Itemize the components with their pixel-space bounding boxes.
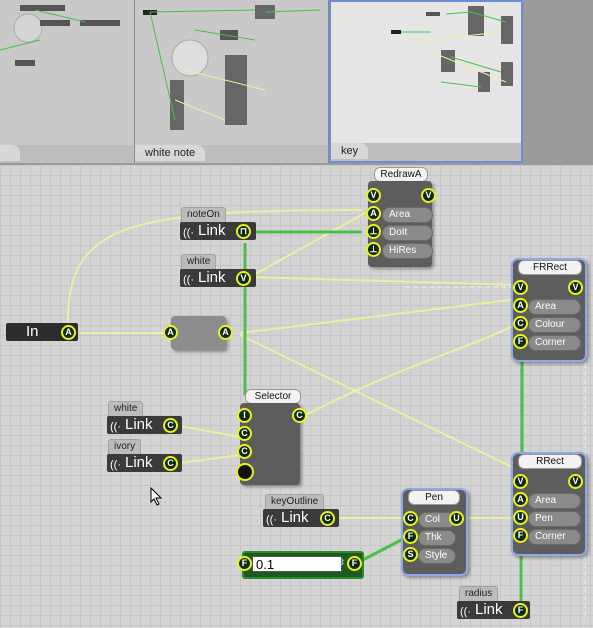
radius-tab: radius bbox=[459, 586, 499, 601]
radius-f-port[interactable]: F bbox=[513, 603, 528, 618]
white-tab-top: white bbox=[181, 254, 217, 269]
pen-thk-label: Thk bbox=[418, 530, 456, 546]
selector-c-port-2[interactable]: C bbox=[237, 444, 252, 459]
selector-c-port-1[interactable]: C bbox=[237, 426, 252, 441]
wire-ivory-sel bbox=[179, 454, 241, 464]
thumbnail-strip: white note key bbox=[0, 0, 593, 165]
rrect-pen-label: Pen bbox=[528, 511, 581, 527]
pen-col-port[interactable]: C bbox=[403, 511, 418, 526]
redraw-area-label: Area bbox=[382, 207, 433, 223]
redraw-v-in-port[interactable]: V bbox=[366, 188, 381, 203]
thumbnail-preview-drawing bbox=[0, 5, 120, 66]
white-link-top-label: Link bbox=[198, 269, 226, 286]
thumbnail-preview-drawing bbox=[391, 6, 513, 92]
rrect-v-port[interactable]: V bbox=[513, 474, 528, 489]
radius-link-label: Link bbox=[475, 601, 503, 618]
frrect-corner-label: Corner bbox=[528, 335, 581, 351]
frrect-colour-port[interactable]: C bbox=[513, 316, 528, 331]
number-input[interactable] bbox=[252, 556, 342, 572]
ivory-c-port[interactable]: C bbox=[163, 456, 178, 471]
white-top-v-port[interactable]: V bbox=[236, 271, 251, 286]
rrect-corner-label: Corner bbox=[528, 529, 581, 545]
signal-icon: ((· bbox=[183, 274, 194, 286]
redraw-title: RedrawA bbox=[374, 167, 428, 182]
wire-number-pen bbox=[356, 536, 406, 565]
wire-white-to-redraw bbox=[249, 212, 366, 278]
in-node-port[interactable]: A bbox=[61, 325, 76, 340]
keyoutline-c-port[interactable]: C bbox=[320, 511, 335, 526]
signal-icon: ((· bbox=[110, 459, 121, 471]
selector-i-port[interactable]: I bbox=[237, 408, 252, 423]
white-c-port[interactable]: C bbox=[163, 418, 178, 433]
rrect-corner-port[interactable]: F bbox=[513, 528, 528, 543]
signal-icon: ((· bbox=[266, 514, 277, 526]
white-link-label: Link bbox=[125, 416, 153, 433]
redraw-doit-label: DoIt bbox=[382, 225, 433, 241]
pen-style-port[interactable]: S bbox=[403, 547, 418, 562]
wire-white-sel bbox=[179, 425, 241, 438]
frrect-title-label: FRRect bbox=[518, 260, 582, 275]
number-out-port[interactable]: F bbox=[347, 556, 362, 571]
rrect-area-port[interactable]: A bbox=[513, 492, 528, 507]
ivory-tab: ivory bbox=[108, 439, 142, 454]
selector-title: Selector bbox=[245, 389, 301, 404]
noteon-pulse-port[interactable]: ⊓ bbox=[236, 224, 251, 239]
thumbnail-label bbox=[0, 145, 20, 161]
keyoutline-tab: keyOutline bbox=[265, 494, 325, 509]
noteon-link-label: Link bbox=[198, 222, 226, 239]
thumbnail-preview-drawing bbox=[143, 5, 321, 130]
signal-icon: ((· bbox=[110, 421, 121, 433]
frrect-v-out-port[interactable]: V bbox=[568, 280, 583, 295]
number-box[interactable]: ⇳ bbox=[242, 551, 364, 579]
patch-canvas[interactable]: In A A A noteOn ((· Link ⊓ white ((· Lin… bbox=[0, 165, 593, 628]
thumbnail-0[interactable] bbox=[0, 0, 135, 163]
pen-u-out-port[interactable]: U bbox=[449, 511, 464, 526]
redraw-area-port[interactable]: A bbox=[366, 206, 381, 221]
thumbnail-preview bbox=[331, 2, 521, 143]
thumbnail-preview bbox=[0, 0, 134, 145]
thumbnail-key[interactable]: key bbox=[329, 0, 523, 163]
rrect-pen-port[interactable]: U bbox=[513, 510, 528, 525]
mouse-pointer-icon bbox=[150, 487, 163, 506]
pen-title: Pen bbox=[408, 490, 460, 505]
pen-thk-port[interactable]: F bbox=[403, 529, 418, 544]
selector-add-port[interactable] bbox=[236, 463, 254, 481]
redraw-doit-port[interactable]: ⊥ bbox=[366, 224, 381, 239]
stepper-icon[interactable]: ⇳ bbox=[338, 557, 346, 568]
rrect-title: RRect bbox=[518, 454, 582, 469]
ivory-link-label: Link bbox=[125, 454, 153, 471]
thumbnail-label: key bbox=[331, 143, 369, 159]
noteon-tab: noteOn bbox=[181, 207, 226, 222]
passthrough-in-port[interactable]: A bbox=[163, 325, 178, 340]
wire-selector-to-frrect bbox=[299, 322, 519, 419]
thumbnail-preview bbox=[135, 0, 328, 145]
selector-c-out-port[interactable]: C bbox=[292, 408, 307, 423]
redraw-hires-label: HiRes bbox=[382, 243, 433, 259]
redraw-hires-port[interactable]: ⊥ bbox=[366, 242, 381, 257]
white-tab: white bbox=[108, 401, 144, 416]
rrect-v-out-port[interactable]: V bbox=[568, 474, 583, 489]
frrect-corner-port[interactable]: F bbox=[513, 334, 528, 349]
signal-icon: ((· bbox=[460, 606, 471, 618]
thumbnail-label: white note bbox=[135, 145, 206, 161]
thumbnail-white-note[interactable]: white note bbox=[135, 0, 329, 163]
rrect-area-label: Area bbox=[528, 493, 581, 509]
pen-style-label: Style bbox=[418, 548, 456, 564]
passthrough-out-port[interactable]: A bbox=[218, 325, 233, 340]
frrect-colour-label: Colour bbox=[528, 317, 581, 333]
frrect-area-label: Area bbox=[528, 299, 581, 315]
keyoutline-link-label: Link bbox=[281, 509, 309, 526]
frrect-v-port[interactable]: V bbox=[513, 280, 528, 295]
number-in-port[interactable]: F bbox=[237, 556, 252, 571]
wire-white-to-frrect bbox=[249, 276, 519, 286]
redraw-v-out-port[interactable]: V bbox=[421, 188, 436, 203]
wire-pass-to-frrect bbox=[239, 298, 519, 334]
in-node-label: In bbox=[26, 323, 39, 340]
signal-icon: ((· bbox=[183, 227, 194, 239]
frrect-area-port[interactable]: A bbox=[513, 298, 528, 313]
